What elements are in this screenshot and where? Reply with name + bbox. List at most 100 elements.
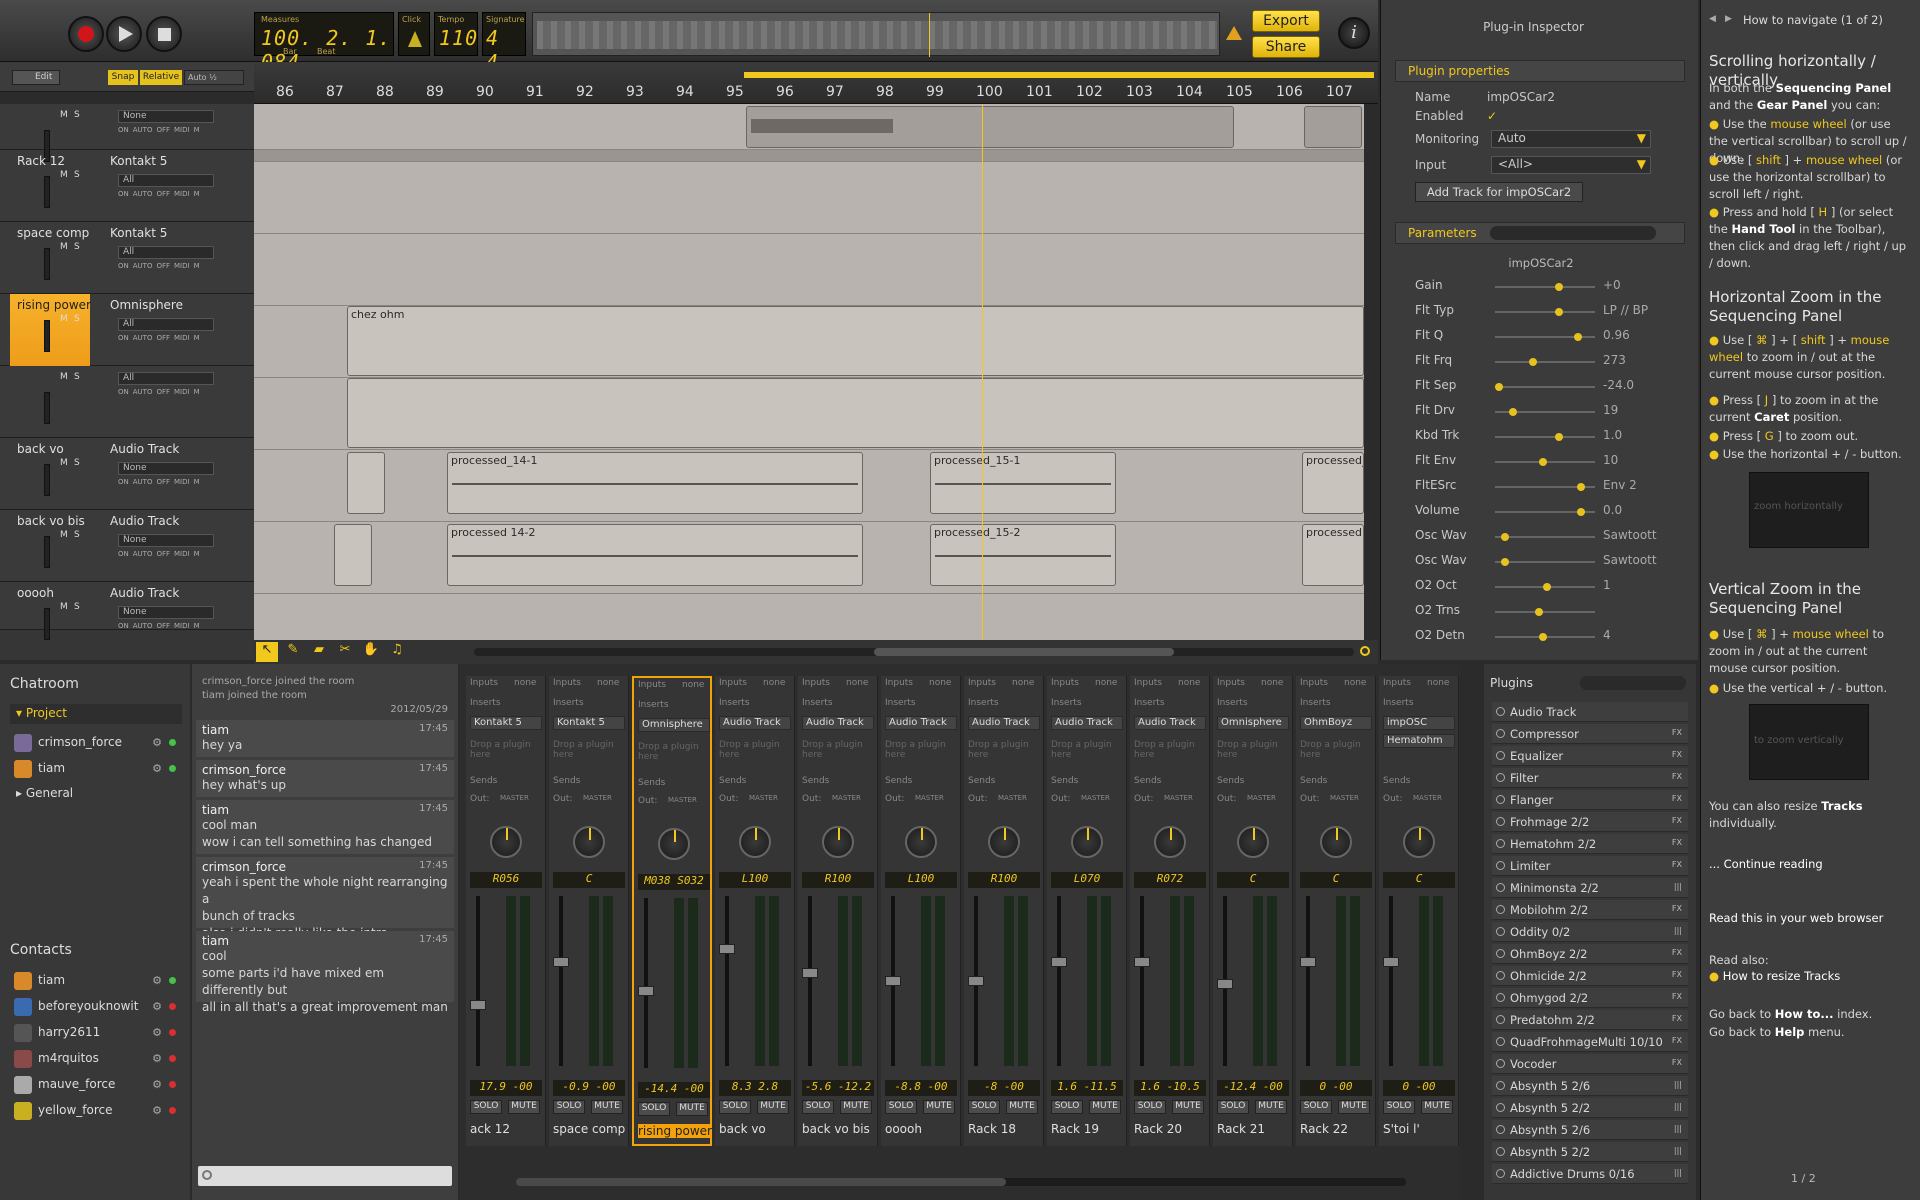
- pencil-tool-icon[interactable]: ✎: [282, 642, 304, 662]
- param-row[interactable]: Osc Wav Sawtoott: [1415, 553, 1665, 573]
- track-header[interactable]: Rack 12 Kontakt 5 All ON AUTO OFF MIDI M M S: [0, 150, 254, 222]
- play-button[interactable]: [106, 16, 142, 52]
- hand-tool-icon[interactable]: ✋: [360, 642, 382, 662]
- param-slider-knob[interactable]: [1539, 633, 1548, 641]
- scissors-tool-icon[interactable]: ✂: [334, 642, 356, 662]
- strip-name[interactable]: Rack 19: [1051, 1122, 1099, 1136]
- ribbon-auto[interactable]: AUTO: [133, 190, 153, 198]
- mute-button[interactable]: MUTE: [923, 1100, 955, 1114]
- clip-processed-14-2[interactable]: processed 14-2: [447, 524, 863, 586]
- track-volume-slider[interactable]: [44, 176, 50, 208]
- ribbon-m[interactable]: M: [194, 190, 200, 198]
- param-slider-knob[interactable]: [1535, 608, 1544, 616]
- gear-icon[interactable]: ⚙: [152, 762, 162, 775]
- mute-button[interactable]: MUTE: [1089, 1100, 1121, 1114]
- plugin-list-item[interactable]: Mobilohm 2/2 FX: [1492, 900, 1688, 920]
- plugin-list-item[interactable]: Hematohm 2/2 FX: [1492, 834, 1688, 854]
- mixer-strip[interactable]: Inputs none Inserts Kontakt 5 Drop a plugin …: [549, 676, 629, 1146]
- pan-knob[interactable]: [739, 826, 771, 858]
- inputs-none[interactable]: none: [1344, 678, 1366, 688]
- position-display[interactable]: Measures 100. 2. 1. 084 Bar Beat: [254, 12, 394, 74]
- mixer-strip[interactable]: Inputs none Inserts Audio Track Drop a plugi…: [1130, 676, 1210, 1146]
- pan-knob[interactable]: [490, 826, 522, 858]
- contact-item[interactable]: m4rquitos ⚙: [14, 1048, 184, 1070]
- back-to-howto-link[interactable]: Go back to How to... index.: [1709, 1006, 1909, 1023]
- ribbon-auto[interactable]: AUTO: [133, 478, 153, 486]
- export-button[interactable]: Export: [1252, 10, 1320, 32]
- output-select[interactable]: MASTER: [1413, 794, 1442, 802]
- inputs-none[interactable]: none: [1261, 678, 1283, 688]
- mute-button[interactable]: MUTE: [508, 1100, 540, 1114]
- pan-knob[interactable]: [658, 828, 690, 860]
- drop-plugin-zone[interactable]: Drop a plugin here: [1134, 740, 1206, 760]
- mixer-strip[interactable]: Inputs none Inserts Audio Track Drop a plugi…: [798, 676, 878, 1146]
- ribbon-on[interactable]: ON: [118, 388, 129, 396]
- pan-knob[interactable]: [1071, 826, 1103, 858]
- param-slider-knob[interactable]: [1528, 358, 1537, 366]
- share-button[interactable]: Share: [1252, 36, 1320, 58]
- ribbon-off[interactable]: OFF: [156, 550, 170, 558]
- track-header[interactable]: back vo Audio Track None ON AUTO OFF MIDI M M S: [0, 438, 254, 510]
- param-slider-knob[interactable]: [1554, 283, 1563, 291]
- param-value[interactable]: Sawtoott: [1603, 528, 1657, 542]
- eraser-tool-icon[interactable]: ▰: [308, 642, 330, 662]
- track-volume-slider[interactable]: [44, 608, 50, 640]
- pan-knob[interactable]: [988, 826, 1020, 858]
- track-rec-ribbon[interactable]: ON AUTO OFF MIDI M: [118, 334, 234, 344]
- track-header[interactable]: All ON AUTO OFF MIDI M M S: [0, 366, 254, 438]
- signature-display[interactable]: Signature 4 4: [482, 12, 526, 74]
- inputs-none[interactable]: none: [1095, 678, 1117, 688]
- inputs-none[interactable]: none: [1178, 678, 1200, 688]
- mute-toggle[interactable]: M: [60, 242, 68, 252]
- track-rec-ribbon[interactable]: ON AUTO OFF MIDI M: [118, 622, 234, 632]
- track-volume-slider[interactable]: [44, 248, 50, 280]
- ribbon-midi[interactable]: MIDI: [174, 622, 190, 630]
- solo-button[interactable]: SOLO: [470, 1100, 502, 1114]
- project-room[interactable]: ▾ Project: [10, 704, 182, 724]
- strip-name[interactable]: back vo: [719, 1122, 766, 1136]
- ribbon-m[interactable]: M: [194, 478, 200, 486]
- chat-member[interactable]: tiam ⚙: [14, 758, 184, 780]
- ribbon-midi[interactable]: MIDI: [174, 126, 190, 134]
- ribbon-on[interactable]: ON: [118, 334, 129, 342]
- track-name[interactable]: back vo: [17, 442, 64, 456]
- param-slider-track[interactable]: [1495, 361, 1595, 363]
- ribbon-auto[interactable]: AUTO: [133, 388, 153, 396]
- param-row[interactable]: Kbd Trk 1.0: [1415, 428, 1665, 448]
- plugin-list-item[interactable]: OhmBoyz 2/2 FX: [1492, 944, 1688, 964]
- add-track-button[interactable]: Add Track for impOSCar2: [1415, 182, 1583, 202]
- clip-processed-14-1[interactable]: processed_14-1: [447, 452, 863, 514]
- track-rec-ribbon[interactable]: ON AUTO OFF MIDI M: [118, 126, 234, 136]
- mute-toggle[interactable]: M: [60, 530, 68, 540]
- solo-toggle[interactable]: S: [74, 170, 80, 180]
- insert-plugin[interactable]: Audio Track: [968, 716, 1040, 730]
- track-rec-ribbon[interactable]: ON AUTO OFF MIDI M: [118, 190, 234, 200]
- param-slider-track[interactable]: [1495, 386, 1595, 388]
- strip-name[interactable]: Rack 18: [968, 1122, 1016, 1136]
- param-value[interactable]: 19: [1603, 403, 1618, 417]
- clip[interactable]: [746, 106, 1234, 148]
- inputs-none[interactable]: none: [1427, 678, 1449, 688]
- inputs-none[interactable]: none: [514, 678, 536, 688]
- output-select[interactable]: MASTER: [1081, 794, 1110, 802]
- ribbon-auto[interactable]: AUTO: [133, 126, 153, 134]
- param-slider-knob[interactable]: [1576, 508, 1585, 516]
- solo-button[interactable]: SOLO: [1383, 1100, 1415, 1114]
- gear-icon[interactable]: ⚙: [152, 1104, 162, 1117]
- playhead[interactable]: [982, 104, 983, 642]
- plugin-list-item[interactable]: Compressor FX: [1492, 724, 1688, 744]
- chat-input[interactable]: [198, 1166, 452, 1186]
- strip-name[interactable]: space comp: [553, 1122, 625, 1136]
- volume-fader[interactable]: [1057, 896, 1061, 1066]
- pan-knob[interactable]: [573, 826, 605, 858]
- volume-fader[interactable]: [808, 896, 812, 1066]
- gear-icon[interactable]: ⚙: [152, 736, 162, 749]
- output-select[interactable]: MASTER: [832, 794, 861, 802]
- strip-name[interactable]: back vo bis: [802, 1122, 870, 1136]
- plugin-list-item[interactable]: Equalizer FX: [1492, 746, 1688, 766]
- tempo-display[interactable]: Tempo 110: [434, 12, 478, 56]
- ribbon-on[interactable]: ON: [118, 550, 129, 558]
- continue-reading-link[interactable]: ... Continue reading: [1709, 856, 1909, 873]
- solo-button[interactable]: SOLO: [968, 1100, 1000, 1114]
- solo-button[interactable]: SOLO: [719, 1100, 751, 1114]
